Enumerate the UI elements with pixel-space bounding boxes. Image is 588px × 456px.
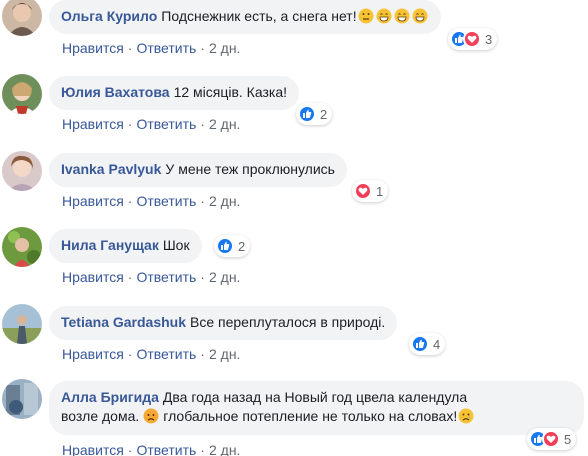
separator: · xyxy=(127,269,133,285)
separator: · xyxy=(127,346,133,362)
like-link[interactable]: Нравится xyxy=(62,269,124,285)
comment-actions: Нравится · Ответить · 2 дн. xyxy=(62,269,240,285)
grin-emoji-icon xyxy=(412,8,428,24)
comment-text: У мене теж проклюнулись xyxy=(165,161,335,177)
love-reaction-icon xyxy=(354,182,372,200)
reaction-summary[interactable]: 2 xyxy=(214,235,251,257)
timestamp[interactable]: 2 дн. xyxy=(209,193,240,209)
reaction-summary[interactable]: 3 xyxy=(448,28,498,50)
avatar[interactable] xyxy=(2,74,42,114)
separator: · xyxy=(127,116,133,132)
separator: · xyxy=(200,116,205,132)
timestamp[interactable]: 2 дн. xyxy=(209,346,240,362)
reaction-count: 5 xyxy=(564,431,572,447)
comment-author[interactable]: Нила Ганущак xyxy=(61,237,159,253)
like-link[interactable]: Нравится xyxy=(62,346,124,362)
comment-bubble: Ivanka Pavlyuk У мене теж проклюнулись xyxy=(49,153,347,187)
avatar[interactable] xyxy=(2,227,42,267)
comment-actions: Нравится · Ответить · 2 дн. xyxy=(62,193,240,209)
sad-tear-emoji-icon xyxy=(458,408,474,424)
comment-text-line2b: глобальное потепление не только на слова… xyxy=(163,408,458,424)
grin-emoji-icon xyxy=(394,8,410,24)
separator: · xyxy=(200,346,205,362)
comment-author[interactable]: Алла Бригида xyxy=(61,389,159,405)
reaction-summary[interactable]: 4 xyxy=(409,333,446,355)
avatar[interactable] xyxy=(2,0,42,36)
comment-author[interactable]: Юлия Вахатова xyxy=(61,84,170,100)
comment-bubble: Tetiana Gardashuk Все переплуталося в при… xyxy=(49,306,398,340)
separator: · xyxy=(200,269,205,285)
comment-text-line2a: возле дома. xyxy=(61,408,140,424)
reaction-count: 3 xyxy=(485,31,493,47)
like-link[interactable]: Нравится xyxy=(62,40,124,56)
frown-emoji-icon xyxy=(143,408,159,424)
comment-bubble: Ольга Курило Подснежник есть, а снега нет… xyxy=(49,0,441,34)
thinking-emoji-icon xyxy=(358,8,374,24)
reply-link[interactable]: Ответить xyxy=(136,269,196,285)
separator: · xyxy=(200,40,205,56)
reply-link[interactable]: Ответить xyxy=(136,193,196,209)
comment-bubble: Алла Бригида Два года назад на Новый год … xyxy=(49,381,584,435)
avatar[interactable] xyxy=(2,379,42,419)
comment-text: Подснежник есть, а снега нет! xyxy=(161,8,357,24)
separator: · xyxy=(127,40,133,56)
avatar[interactable] xyxy=(2,151,42,191)
reaction-summary[interactable]: 2 xyxy=(296,103,333,125)
timestamp[interactable]: 2 дн. xyxy=(209,116,240,132)
comment-actions: Нравится · Ответить · 2 дн. xyxy=(62,346,240,362)
separator: · xyxy=(200,442,205,456)
like-reaction-icon xyxy=(298,105,316,123)
timestamp[interactable]: 2 дн. xyxy=(209,269,240,285)
reaction-count: 4 xyxy=(433,336,441,352)
comment-text: Шок xyxy=(162,237,190,253)
reaction-count: 2 xyxy=(320,106,328,122)
reply-link[interactable]: Ответить xyxy=(136,442,196,456)
separator: · xyxy=(127,193,133,209)
reaction-summary[interactable]: 5 xyxy=(527,428,577,450)
comment-text-line1: Два года назад на Новый год цвела календ… xyxy=(162,389,468,405)
comment-author[interactable]: Tetiana Gardashuk xyxy=(61,314,186,330)
comment-author[interactable]: Ольга Курило xyxy=(61,8,157,24)
separator: · xyxy=(127,442,133,456)
comment-actions: Нравится · Ответить · 2 дн. xyxy=(62,40,240,56)
reply-link[interactable]: Ответить xyxy=(136,40,196,56)
separator: · xyxy=(200,193,205,209)
reply-link[interactable]: Ответить xyxy=(136,116,196,132)
reply-link[interactable]: Ответить xyxy=(136,346,196,362)
like-reaction-icon xyxy=(411,335,429,353)
reaction-count: 1 xyxy=(376,183,384,199)
comment-actions: Нравится · Ответить · 2 дн. xyxy=(62,116,240,132)
grin-emoji-icon xyxy=(376,8,392,24)
love-reaction-icon xyxy=(463,30,481,48)
comment-text: Все переплуталося в природі. xyxy=(190,314,386,330)
emoji-group xyxy=(357,8,429,24)
comment-bubble: Нила Ганущак Шок xyxy=(49,229,202,263)
like-link[interactable]: Нравится xyxy=(62,116,124,132)
like-link[interactable]: Нравится xyxy=(62,442,124,456)
comment-author[interactable]: Ivanka Pavlyuk xyxy=(61,161,161,177)
like-link[interactable]: Нравится xyxy=(62,193,124,209)
comment-text: 12 місяців. Казка! xyxy=(173,84,287,100)
love-reaction-icon xyxy=(542,430,560,448)
like-reaction-icon xyxy=(216,237,234,255)
comment-bubble: Юлия Вахатова 12 місяців. Казка! xyxy=(49,76,299,110)
reaction-count: 2 xyxy=(238,238,246,254)
reaction-summary[interactable]: 1 xyxy=(352,180,389,202)
timestamp[interactable]: 2 дн. xyxy=(209,442,240,456)
avatar[interactable] xyxy=(2,304,42,344)
timestamp[interactable]: 2 дн. xyxy=(209,40,240,56)
comment-actions: Нравится · Ответить · 2 дн. xyxy=(62,442,240,456)
